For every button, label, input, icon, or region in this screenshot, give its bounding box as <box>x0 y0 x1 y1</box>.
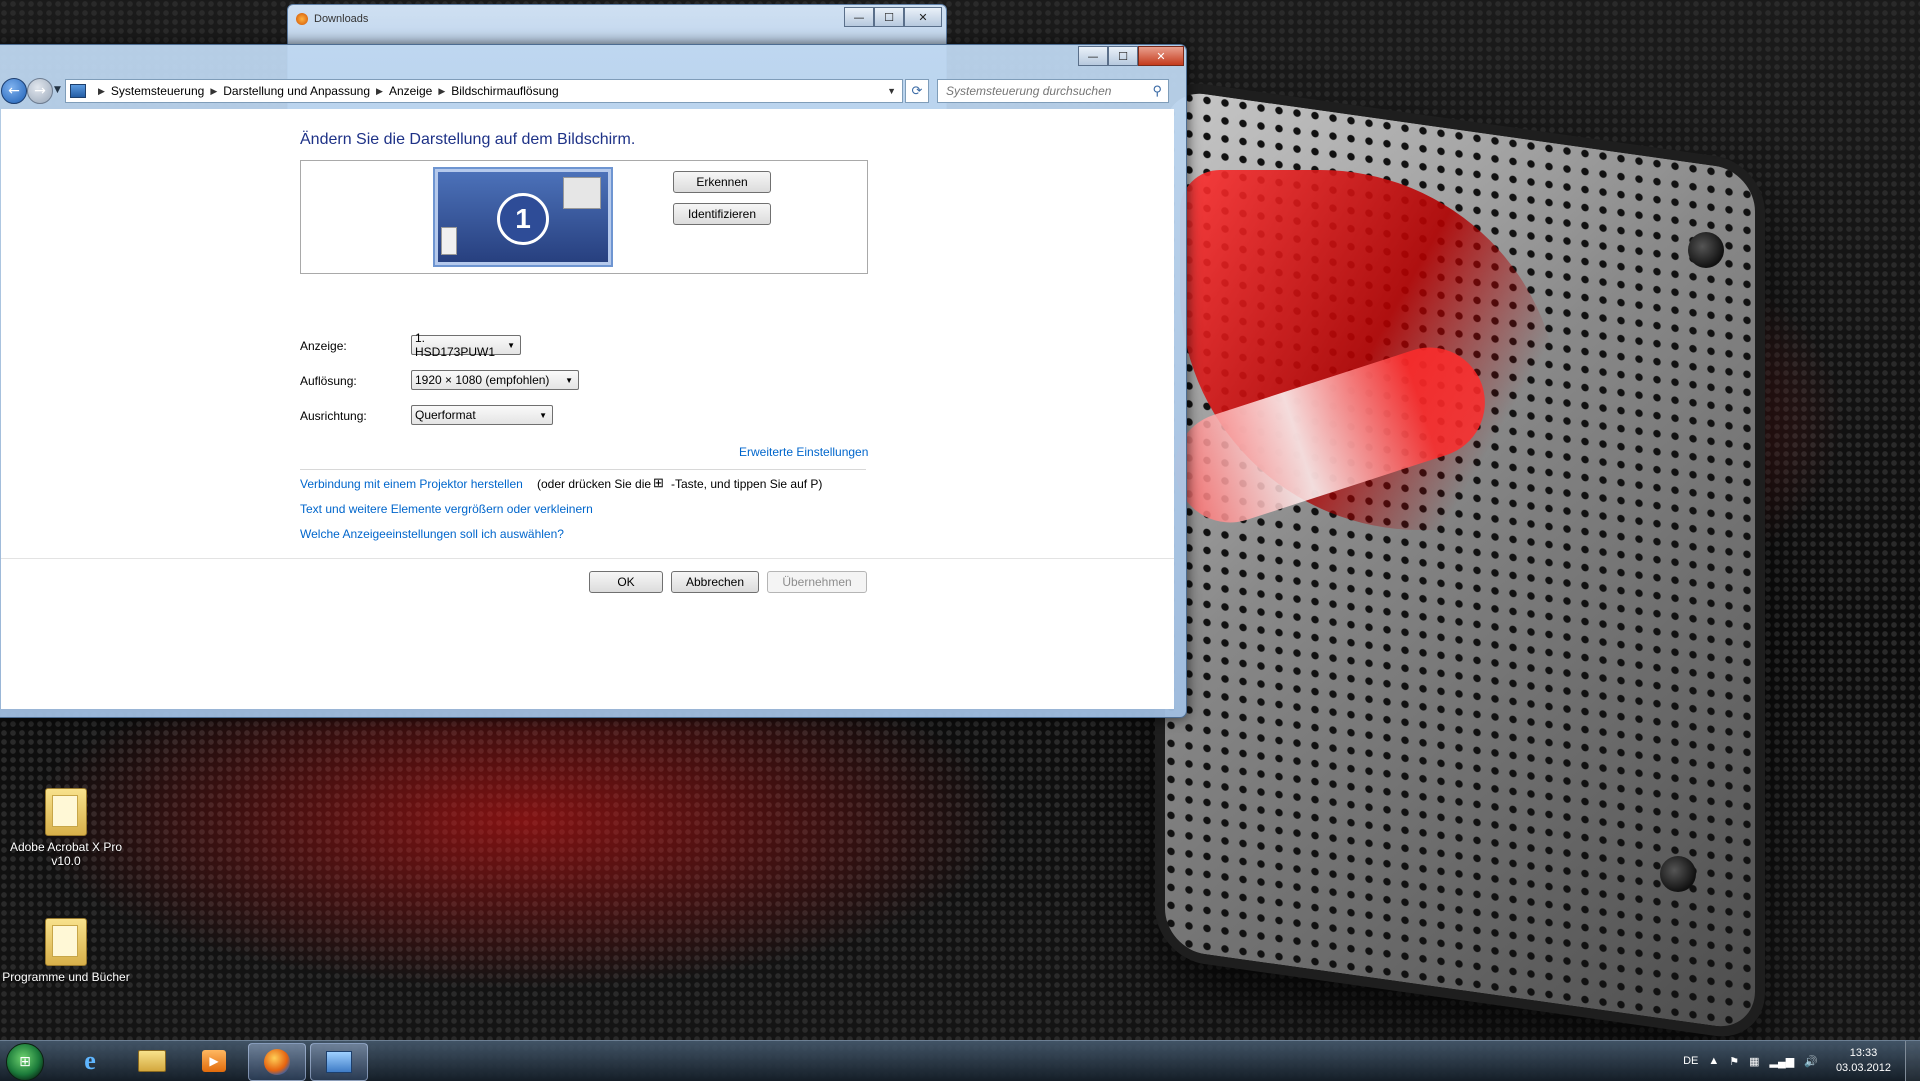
wallpaper-screw <box>1660 856 1696 892</box>
chevron-right-icon[interactable]: ▶ <box>438 86 445 97</box>
recent-pages-dropdown-icon[interactable]: ▼ <box>54 85 61 95</box>
desktop-icon-label: Programme und Bücher <box>2 970 130 984</box>
maximize-button[interactable]: ☐ <box>1108 46 1138 66</box>
search-box[interactable]: ⚲ <box>937 79 1169 103</box>
windows-key-icon: ⊞ <box>653 475 664 490</box>
back-button[interactable]: ← <box>1 78 27 104</box>
clock-date: 03.03.2012 <box>1835 1062 1891 1074</box>
projector-hint-prefix: (oder drücken Sie die <box>537 477 652 491</box>
desktop-icon-acrobat[interactable]: Adobe Acrobat X Pro v10.0 <box>0 788 136 868</box>
breadcrumb-item-systemsteuerung[interactable]: Systemsteuerung <box>111 84 204 98</box>
text-size-link[interactable]: Text und weitere Elemente vergrößern ode… <box>300 502 593 516</box>
control-panel-icon[interactable] <box>310 1043 368 1081</box>
desktop-icon-label: Adobe Acrobat X Pro v10.0 <box>9 840 123 868</box>
breadcrumb[interactable]: ▶ Systemsteuerung ▶ Darstellung und Anpa… <box>65 79 903 103</box>
identify-button[interactable]: Identifizieren <box>673 203 771 225</box>
folder-icon <box>45 788 87 836</box>
orientation-label: Ausrichtung: <box>300 409 367 423</box>
address-bar: ← → ▼ ▶ Systemsteuerung ▶ Darstellung un… <box>0 75 1176 105</box>
chevron-down-icon[interactable]: ▼ <box>887 86 896 96</box>
internet-explorer-icon[interactable]: e <box>62 1043 118 1079</box>
orientation-select-value: Querformat <box>415 408 476 422</box>
window-caption-buttons: — ☐ ✕ <box>1078 46 1184 66</box>
resolution-select-value: 1920 × 1080 (empfohlen) <box>415 373 550 387</box>
minimize-button[interactable]: — <box>844 7 874 27</box>
display-select-value: 1. HSD173PUW1 <box>415 331 496 359</box>
chevron-down-icon: ▼ <box>565 375 573 385</box>
monitor-preview[interactable]: 1 <box>433 167 613 267</box>
downloads-title: Downloads <box>314 13 369 25</box>
clock-time: 13:33 <box>1849 1047 1878 1059</box>
desktop-icon-programme[interactable]: Programme und Bücher <box>0 918 136 984</box>
refresh-button[interactable]: ⟳ <box>905 79 929 103</box>
breadcrumb-item-bildschirmaufloesung[interactable]: Bildschirmauflösung <box>451 84 558 98</box>
display-select[interactable]: 1. HSD173PUW1 ▼ <box>411 331 521 359</box>
chevron-right-icon[interactable]: ▶ <box>210 86 217 97</box>
sidebar-thumbnail-icon <box>441 227 457 255</box>
close-button[interactable]: ✕ <box>1138 46 1184 66</box>
display-label: Anzeige: <box>300 339 347 353</box>
monitor-number-badge: 1 <box>497 193 549 245</box>
breadcrumb-item-anzeige[interactable]: Anzeige <box>389 84 432 98</box>
system-tray: DE ▲ ⚑ ▦ ▂▄▆ 🔊 13:33 03.03.2012 <box>1673 1041 1920 1081</box>
advanced-settings-link[interactable]: Erweiterte Einstellungen <box>739 445 868 459</box>
chevron-down-icon: ▼ <box>507 340 515 350</box>
forward-button[interactable]: → <box>27 78 53 104</box>
divider <box>300 469 866 470</box>
projector-hint-suffix: -Taste, und tippen Sie auf P) <box>671 477 823 491</box>
chevron-right-icon[interactable]: ▶ <box>98 86 105 97</box>
cancel-button[interactable]: Abbrechen <box>671 571 759 593</box>
projector-link[interactable]: Verbindung mit einem Projektor herstelle… <box>300 477 523 491</box>
network-signal-icon[interactable]: ▂▄▆ <box>1770 1055 1795 1068</box>
refresh-icon: ⟳ <box>911 83 923 99</box>
volume-icon[interactable]: 🔊 <box>1804 1055 1818 1068</box>
explorer-folder-icon[interactable] <box>124 1043 180 1079</box>
action-center-flag-icon[interactable]: ⚑ <box>1729 1055 1739 1068</box>
downloads-caption-buttons: — ☐ ✕ <box>844 7 942 27</box>
orientation-select[interactable]: Querformat ▼ <box>411 405 553 425</box>
search-icon[interactable]: ⚲ <box>1152 83 1162 99</box>
clock[interactable]: 13:33 03.03.2012 <box>1836 1046 1891 1076</box>
media-player-icon[interactable]: ▶ <box>186 1043 242 1079</box>
apply-button[interactable]: Übernehmen <box>767 571 867 593</box>
taskbar: ⊞ e ▶ DE ▲ ⚑ ▦ ▂▄▆ 🔊 13:33 03.03.2012 <box>0 1040 1920 1081</box>
folder-icon <box>45 918 87 966</box>
display-preview: 1 Erkennen Identifizieren <box>300 160 868 274</box>
window-thumbnail-icon <box>563 177 601 209</box>
close-button[interactable]: ✕ <box>904 7 942 27</box>
chevron-right-icon[interactable]: ▶ <box>376 86 383 97</box>
dialog-separator <box>1 558 1174 559</box>
control-panel-icon <box>70 84 86 98</box>
maximize-button[interactable]: ☐ <box>874 7 904 27</box>
breadcrumb-item-darstellung[interactable]: Darstellung und Anpassung <box>223 84 370 98</box>
which-settings-link[interactable]: Welche Anzeigeeinstellungen soll ich aus… <box>300 527 564 541</box>
content-pane: Ändern Sie die Darstellung auf dem Bilds… <box>1 109 1174 709</box>
chevron-down-icon: ▼ <box>539 410 547 420</box>
ok-button[interactable]: OK <box>589 571 663 593</box>
chevron-up-icon[interactable]: ▲ <box>1708 1055 1719 1067</box>
control-panel-window: — ☐ ✕ ← → ▼ ▶ Systemsteuerung ▶ Darstell… <box>0 44 1187 718</box>
firefox-icon[interactable] <box>248 1043 306 1081</box>
language-indicator[interactable]: DE <box>1683 1055 1698 1067</box>
device-icon[interactable]: ▦ <box>1749 1055 1759 1068</box>
resolution-label: Auflösung: <box>300 374 357 388</box>
firefox-icon <box>296 13 308 25</box>
start-orb-icon[interactable]: ⊞ <box>6 1043 44 1081</box>
search-input[interactable] <box>944 80 1138 102</box>
detect-button[interactable]: Erkennen <box>673 171 771 193</box>
minimize-button[interactable]: — <box>1078 46 1108 66</box>
resolution-select[interactable]: 1920 × 1080 (empfohlen) ▼ <box>411 370 579 390</box>
wallpaper-screw <box>1688 232 1724 268</box>
show-desktop-button[interactable] <box>1905 1041 1920 1081</box>
page-title: Ändern Sie die Darstellung auf dem Bilds… <box>300 131 636 148</box>
